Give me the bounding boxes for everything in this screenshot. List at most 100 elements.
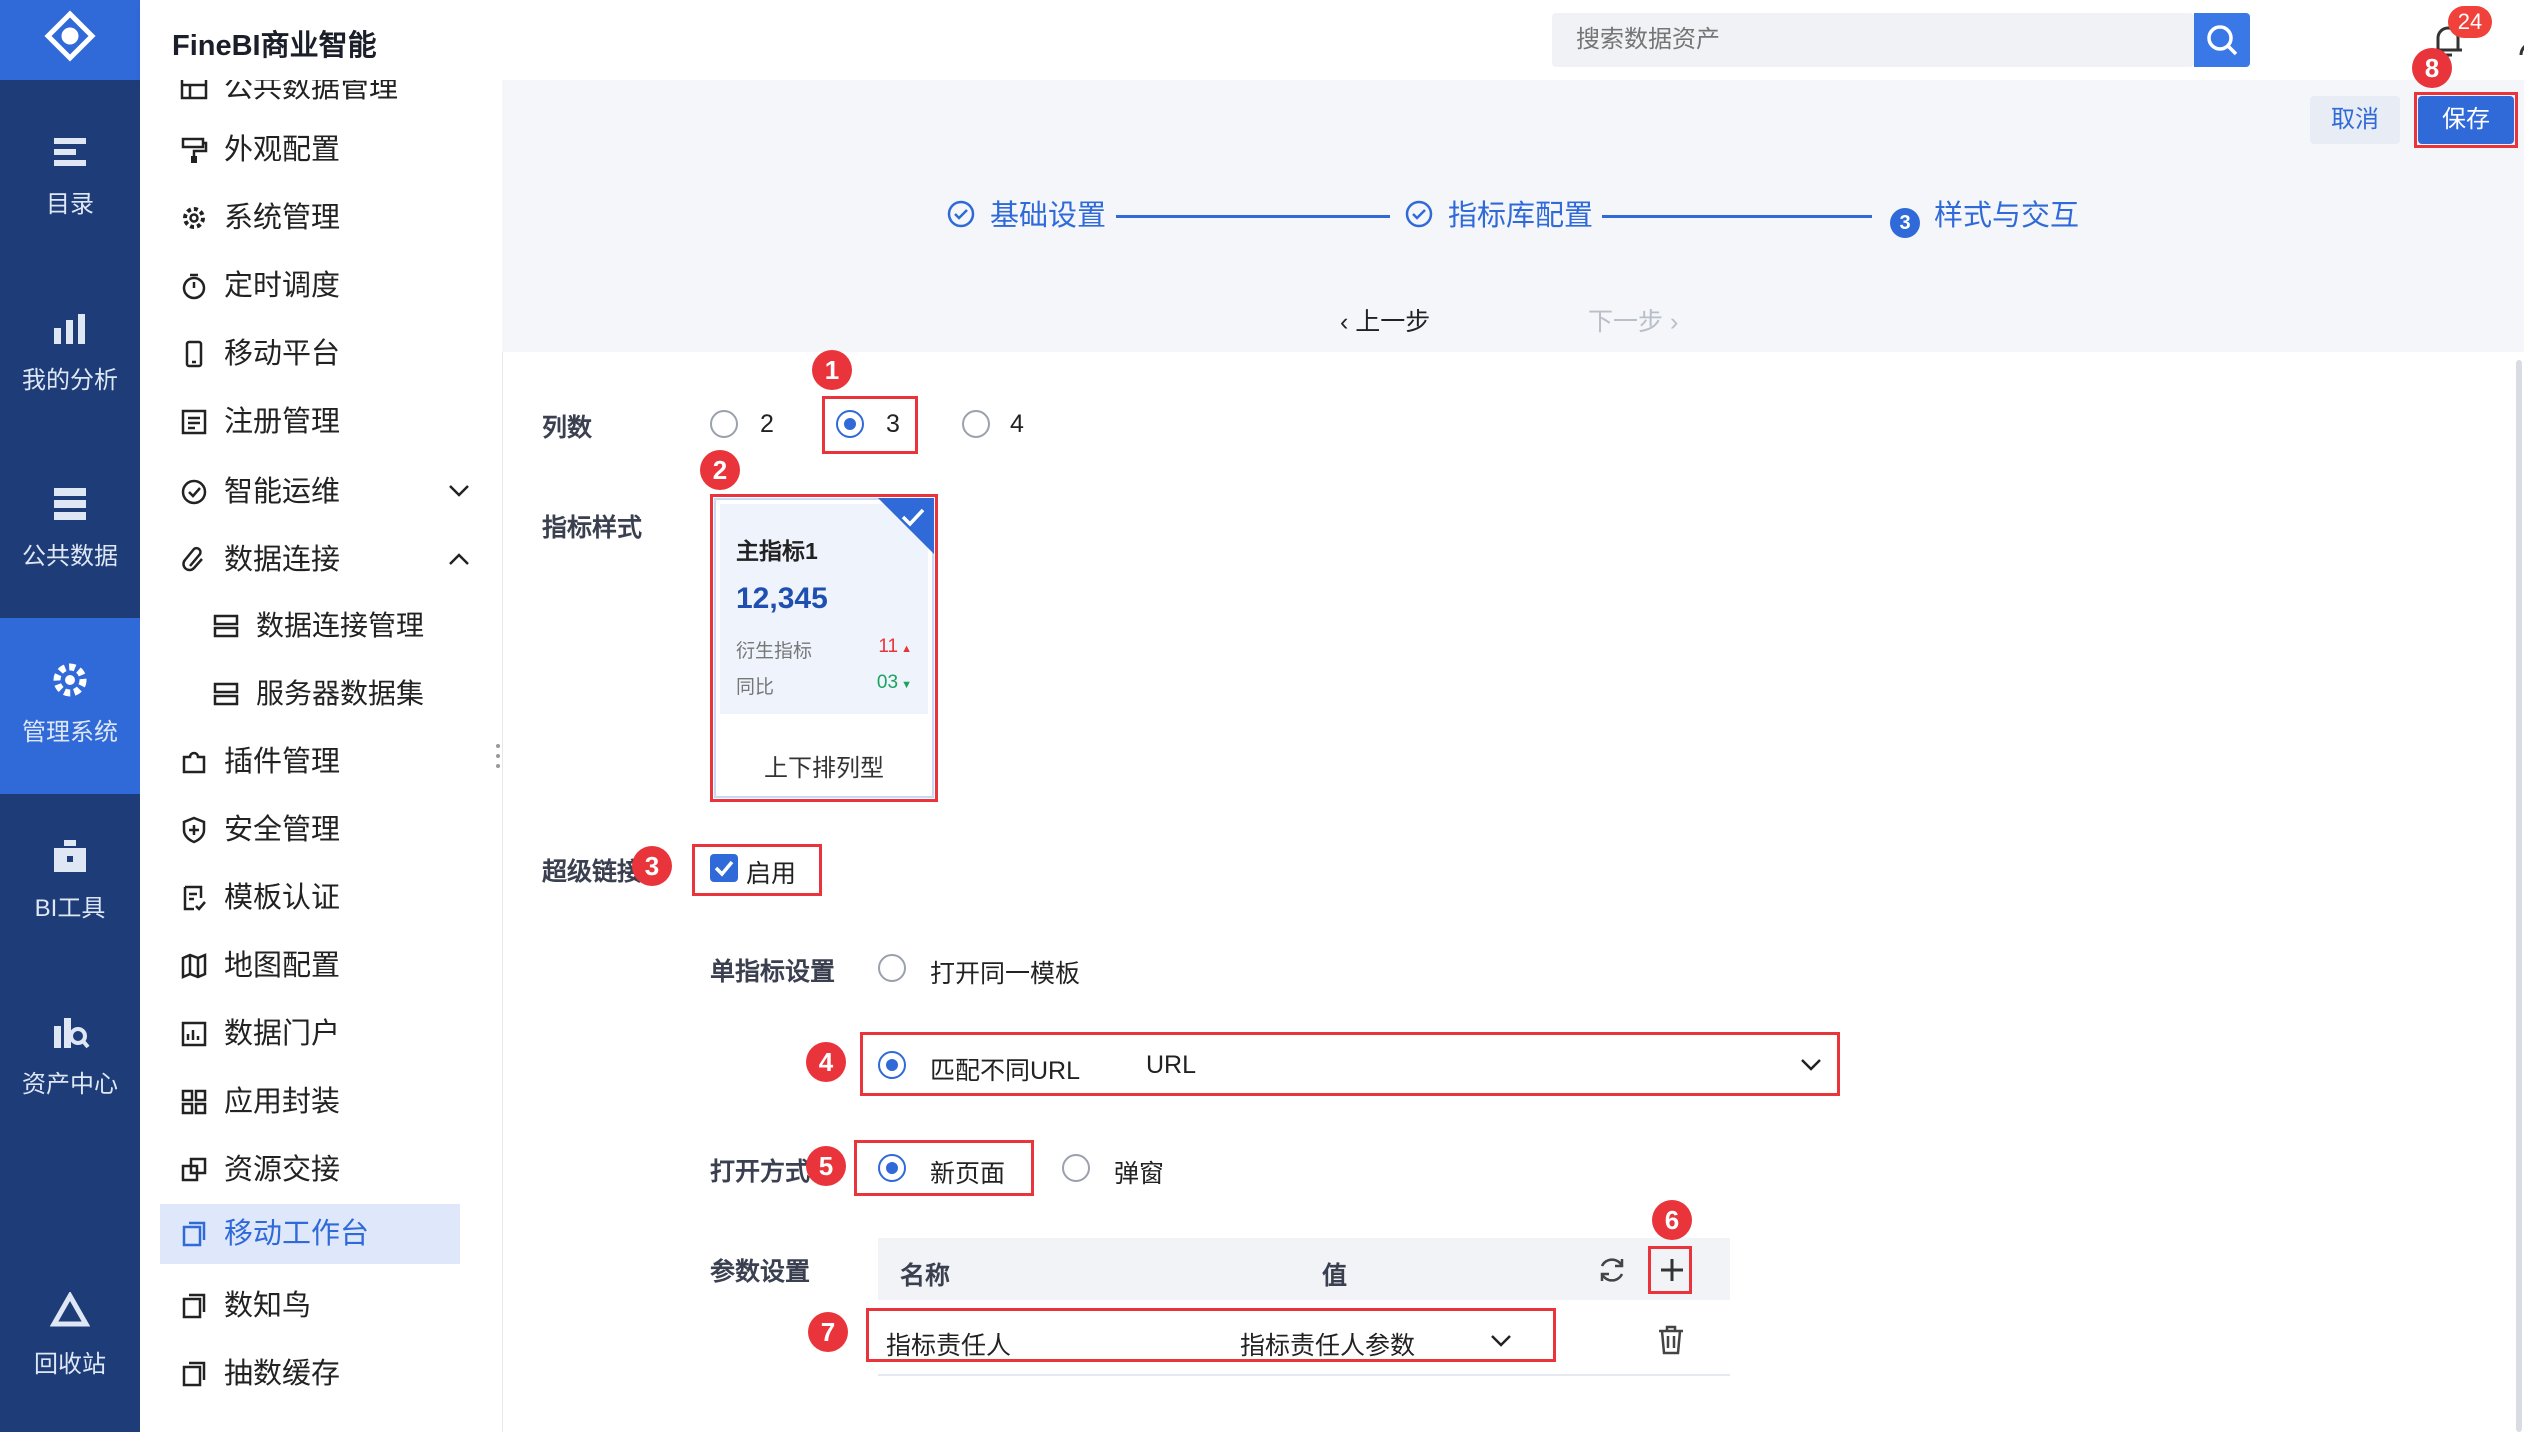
link-icon [182,546,203,572]
prev-label: 上一步 [1355,308,1431,336]
columns-radio-2[interactable] [710,410,738,438]
refresh-icon[interactable] [1596,1254,1628,1286]
rail-item-analysis[interactable]: 我的分析 [0,266,140,442]
sidebar-item-data-connection[interactable]: 数据连接 [180,530,500,590]
sidebar-item-label: 插件管理 [224,746,341,778]
rail-item-bi-tools[interactable]: BI工具 [0,794,140,970]
sidebar-item-mobile[interactable]: 移动平台 [180,324,500,384]
sidebar-item-shuzhiniao[interactable]: 数知鸟 [180,1276,500,1336]
columns-label: 列数 [542,414,593,442]
sidebar-item-label: 注册管理 [224,406,341,438]
chevron-up-icon [449,553,469,565]
mobile-icon [185,340,203,368]
prev-step-button[interactable]: ‹ 上一步 [1340,302,1430,338]
sidebar-item-label: 模板认证 [224,882,341,914]
chevron-down-icon [449,485,469,497]
rail-item-public-data[interactable]: 公共数据 [0,442,140,618]
search-icon [2207,25,2238,56]
step-basic-settings[interactable]: 基础设置 [946,196,1106,236]
left-rail: 目录 我的分析 公共数据 管理系统 BI工具 资产中心 回收站 [0,0,140,1432]
sidebar-item-label: 智能运维 [224,476,341,508]
search-input[interactable] [1552,13,2194,67]
open-mode-option-label: 弹窗 [1114,1160,1165,1188]
annotation-marker: 1 [812,350,852,390]
sidebar-item-appearance[interactable]: 外观配置 [180,120,500,180]
rail-label: 回收站 [34,1351,106,1378]
sidebar-item-public-data-mgmt[interactable]: 公共数据管理 [180,80,500,118]
step-number: 3 [1890,208,1920,238]
rail-label: 公共数据 [22,543,118,570]
step-connector [1602,215,1872,218]
open-same-template-radio[interactable] [878,954,906,982]
paint-roller-icon [181,137,208,163]
annotation-box [854,1140,1034,1196]
open-mode-label: 打开方式 [710,1158,811,1186]
sidebar-item-schedule[interactable]: 定时调度 [180,256,500,316]
sidebar-item-map-config[interactable]: 地图配置 [180,936,500,996]
check-circle-icon [947,200,975,228]
sidebar-item-data-portal[interactable]: 数据门户 [180,1004,500,1064]
sidebar-item-template-cert[interactable]: 模板认证 [180,868,500,928]
user-icon[interactable] [2518,24,2524,56]
hyperlink-label: 超级链接 [542,858,643,886]
sidebar-item-label: 公共数据管理 [224,80,399,104]
step-label: 样式与交互 [1934,200,2080,232]
annotation-box [2414,92,2518,148]
step-style-interaction[interactable]: 3 样式与交互 [1890,196,2080,238]
params-col-name: 名称 [900,1262,951,1290]
rail-item-recycle[interactable]: 回收站 [0,1250,140,1426]
sidebar-item-smart-ops[interactable]: 智能运维 [180,462,500,522]
scrollbar[interactable] [2516,360,2522,1432]
row-divider [878,1374,1730,1376]
sidebar-item-registration[interactable]: 注册管理 [180,392,500,452]
map-icon [181,953,207,979]
open-same-template-label: 打开同一模板 [930,960,1081,988]
annotation-box [1648,1246,1692,1294]
step-indicator-library[interactable]: 指标库配置 [1404,196,1593,236]
sidebar-item-system[interactable]: 系统管理 [180,188,500,248]
sidebar-item-security[interactable]: 安全管理 [180,800,500,860]
sidebar-item-mobile-workbench[interactable]: 移动工作台 [160,1204,460,1264]
sidebar-item-resource-handover[interactable]: 资源交接 [180,1140,500,1200]
rail-label: 管理系统 [22,719,118,746]
sidebar-item-label: 数知鸟 [224,1290,312,1322]
open-mode-popup-radio[interactable] [1062,1154,1090,1182]
columns-option-label: 4 [1010,410,1024,438]
certificate-icon [183,885,206,911]
sidebar-item-plugins[interactable]: 插件管理 [180,732,500,792]
sidebar-item-app-package[interactable]: 应用封装 [180,1072,500,1132]
cancel-button[interactable]: 取消 [2310,96,2400,144]
annotation-marker: 4 [806,1042,846,1082]
rail-item-admin[interactable]: 管理系统 [0,618,140,794]
annotation-marker: 3 [632,846,672,886]
app-logo[interactable] [0,0,140,80]
sidebar-item-connection-mgmt[interactable]: 数据连接管理 [212,596,502,656]
search-button[interactable] [2194,13,2250,67]
timer-icon [182,273,206,300]
rail-item-asset-center[interactable]: 资产中心 [0,970,140,1146]
puzzle-icon [182,751,206,774]
next-step-button[interactable]: 下一步 › [1588,302,1678,338]
sidebar-item-label: 系统管理 [224,202,341,234]
grid-icon [181,1089,207,1115]
sidebar-item-extract-cache[interactable]: 抽数缓存 [180,1344,500,1404]
sidebar-item-label: 资源交接 [224,1154,341,1186]
ops-icon [181,479,207,505]
params-col-value: 值 [1322,1262,1348,1290]
gear-icon [183,207,205,229]
rail-item-catalog[interactable]: 目录 [0,90,140,266]
annotation-marker: 2 [700,450,740,490]
columns-radio-4[interactable] [962,410,990,438]
sidebar-item-server-dataset[interactable]: 服务器数据集 [212,664,502,724]
sidebar-item-label: 定时调度 [224,270,341,302]
columns-option-label: 2 [760,410,774,438]
rail-label: BI工具 [34,895,106,922]
single-indicator-label: 单指标设置 [710,958,836,986]
delete-icon[interactable] [1656,1324,1686,1356]
sidebar-item-label: 服务器数据集 [256,678,425,709]
rail-label: 资产中心 [22,1071,118,1098]
analysis-icon [54,314,85,344]
resize-handle-icon[interactable] [494,742,502,770]
sidebar-item-label: 数据连接 [224,544,341,576]
recycle-icon [50,1292,90,1327]
